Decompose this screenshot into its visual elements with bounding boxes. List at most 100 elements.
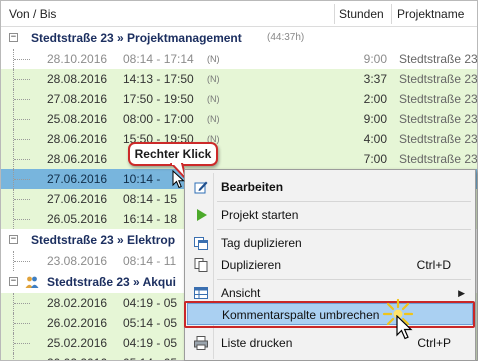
tree-guide — [13, 353, 14, 360]
entry-date: 27.06.2016 — [47, 172, 108, 186]
tree-branch — [14, 323, 30, 324]
menu-item-label: Tag duplizieren — [221, 236, 302, 250]
entry-hours: 3:37 — [363, 72, 387, 86]
entry-date: 20.02.2016 — [47, 353, 107, 360]
tree-branch — [14, 159, 30, 160]
column-header-project[interactable]: Projektname — [397, 1, 464, 27]
table-row[interactable]: 27.08.2016 17:50 - 19:50 (N) 2:00 Stedts… — [1, 89, 478, 109]
menu-item-duplicate-day[interactable]: Tag duplizieren — [187, 232, 473, 254]
entry-date: 28.06.2016 — [47, 152, 108, 166]
entry-project: Stedtstraße 23 — [399, 52, 478, 66]
menu-separator — [217, 201, 471, 202]
tree-branch — [14, 119, 30, 120]
entry-hours: 9:00 — [363, 112, 387, 126]
menu-item-label: Projekt starten — [221, 208, 299, 222]
entry-date: 27.08.2016 — [47, 92, 108, 106]
entry-date: 26.02.2016 — [47, 316, 108, 330]
print-icon — [193, 335, 209, 351]
menu-item-edit[interactable]: Bearbeiten — [187, 176, 473, 198]
tree-branch — [14, 79, 30, 80]
menu-item-label: Duplizieren — [221, 258, 282, 272]
entry-date: 25.02.2016 — [47, 336, 108, 350]
entry-hours: 2:00 — [363, 92, 387, 106]
menu-item-print-list[interactable]: Liste drucken Ctrl+P — [187, 332, 473, 354]
group-title: Stedtstraße 23 » Elektrop — [31, 233, 176, 247]
entry-time: 10:14 - — [123, 172, 161, 186]
table-row[interactable]: 28.06.2016 7:00 Stedtstraße 23 — [1, 149, 478, 169]
table-row[interactable]: 28.08.2016 14:13 - 17:50 (N) 3:37 Stedts… — [1, 69, 478, 89]
group-duration: (44:37h) — [267, 32, 305, 43]
mouse-cursor-icon — [172, 170, 185, 189]
tree-branch — [14, 261, 30, 262]
menu-item-label: Liste drucken — [221, 336, 293, 350]
group-title: Stedtstraße 23 » Projektmanagement — [31, 31, 242, 45]
mouse-cursor-icon — [396, 315, 413, 340]
column-divider[interactable] — [334, 4, 335, 24]
entry-tag: (N) — [207, 114, 220, 124]
entry-time: 05:14 - 05 — [123, 316, 178, 330]
entry-time: 04:19 - 05 — [123, 336, 178, 350]
group-row-projektmanagement[interactable]: − Stedtstraße 23 » Projektmanagement (44… — [1, 27, 477, 49]
entry-project: Stedtstraße 23 — [399, 92, 478, 106]
tree-branch — [14, 99, 30, 100]
entry-project: Stedtstraße 23 — [399, 132, 478, 146]
entry-time: 08:14 - 17:14 — [123, 52, 194, 66]
tree-branch — [14, 303, 30, 304]
table-row[interactable]: 28.10.2016 08:14 - 17:14 (N) 9:00 Stedts… — [1, 49, 478, 69]
column-header-range[interactable]: Von / Bis — [9, 1, 56, 27]
entry-time: 08:00 - 17:00 — [123, 112, 194, 126]
column-divider[interactable] — [391, 4, 392, 24]
entry-date: 23.08.2016 — [47, 254, 108, 268]
entry-date: 28.08.2016 — [47, 72, 108, 86]
entry-date: 28.02.2016 — [47, 296, 108, 310]
menu-item-shortcut: Ctrl+D — [416, 258, 451, 272]
entry-hours: 9:00 — [363, 52, 387, 66]
collapse-toggle[interactable]: − — [9, 235, 18, 244]
entry-tag: (N) — [207, 74, 220, 84]
tree-branch — [14, 179, 30, 180]
collapse-toggle[interactable]: − — [9, 33, 18, 42]
tree-branch — [14, 139, 30, 140]
menu-item-label: Bearbeiten — [221, 180, 284, 194]
entry-tag: (N) — [207, 54, 220, 64]
entry-project: Stedtstraße 23 — [399, 112, 478, 126]
edit-icon — [193, 179, 209, 195]
entry-time: 08:14 - 11 — [123, 254, 177, 268]
entry-project: Stedtstraße 23 — [399, 152, 478, 166]
entry-date: 28.06.2016 — [47, 132, 108, 146]
menu-item-duplicate[interactable]: Duplizieren Ctrl+D — [187, 254, 473, 276]
entry-hours: 4:00 — [363, 132, 387, 146]
entry-hours: 7:00 — [363, 152, 387, 166]
calendar-copy-icon — [193, 235, 209, 251]
column-header-hours[interactable]: Stunden — [339, 1, 384, 27]
entry-tag: (N) — [207, 94, 220, 104]
people-icon — [25, 275, 39, 289]
menu-separator — [217, 229, 471, 230]
tree-branch — [14, 219, 30, 220]
tree-branch — [14, 59, 30, 60]
entry-time: 17:50 - 19:50 — [123, 92, 194, 106]
entry-time: 04:19 - 05 — [123, 296, 178, 310]
table-row[interactable]: 25.08.2016 08:00 - 17:00 (N) 9:00 Stedts… — [1, 109, 478, 129]
group-title: Stedtstraße 23 » Akqui — [47, 275, 176, 289]
menu-item-start-project[interactable]: Projekt starten — [187, 204, 473, 226]
copy-icon — [193, 257, 209, 273]
play-icon — [193, 207, 209, 223]
context-menu: Bearbeiten Projekt starten Tag duplizier… — [184, 169, 476, 361]
tree-branch — [14, 343, 30, 344]
entry-time: 05:14 - 05 — [123, 353, 177, 360]
entry-date: 25.08.2016 — [47, 112, 108, 126]
tree-branch — [14, 199, 30, 200]
entry-time: 16:14 - 18 — [123, 212, 178, 226]
table-row[interactable]: 28.06.2016 15:50 - 19:50 (N) 4:00 Stedts… — [1, 129, 478, 149]
entry-date: 26.05.2016 — [47, 212, 108, 226]
entry-date: 28.10.2016 — [47, 52, 108, 66]
collapse-toggle[interactable]: − — [9, 277, 18, 286]
menu-item-shortcut: Ctrl+P — [417, 336, 451, 350]
highlight-frame — [184, 301, 475, 328]
entry-project: Stedtstraße 23 — [399, 72, 478, 86]
menu-separator — [217, 279, 471, 280]
entry-time: 08:14 - 15 — [123, 192, 178, 206]
view-icon — [193, 285, 209, 301]
column-header: Von / Bis Stunden Projektname — [1, 1, 477, 27]
